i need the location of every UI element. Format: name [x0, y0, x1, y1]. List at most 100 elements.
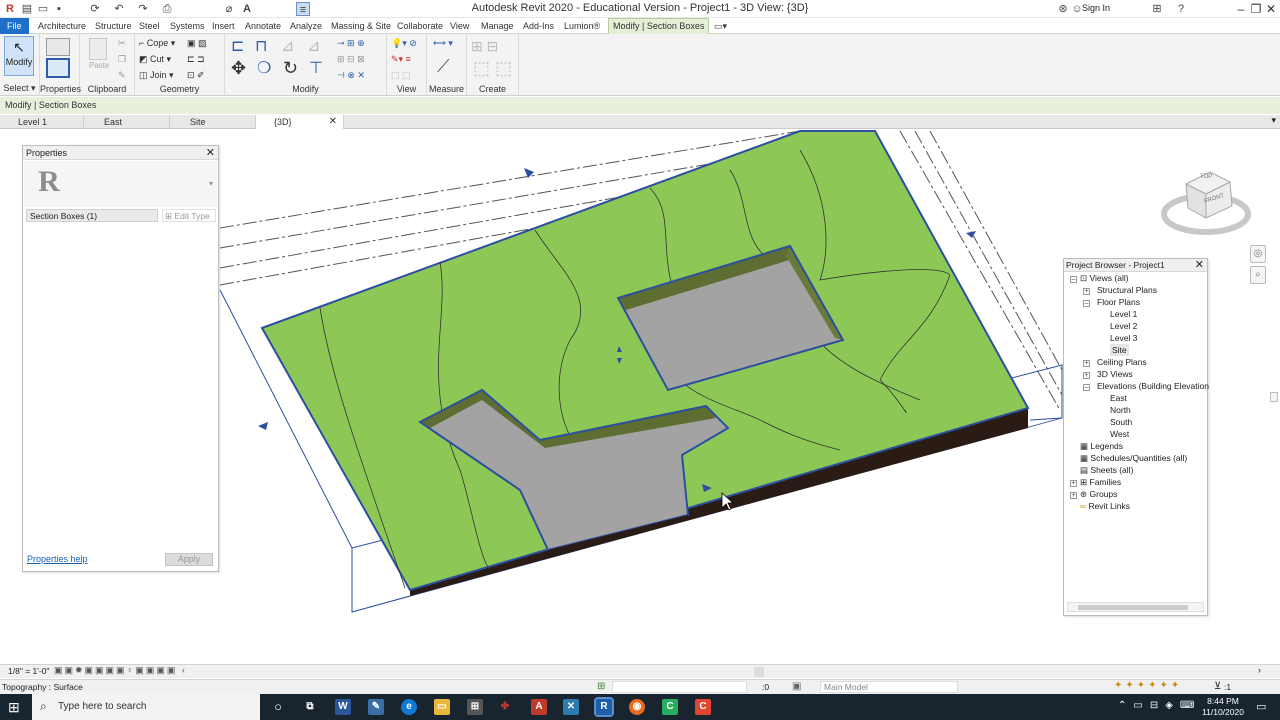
expand-icon[interactable]: + — [1083, 372, 1090, 379]
taskbar-search-box[interactable]: ⌕ Type here to search — [32, 694, 260, 720]
measure-between-icon[interactable]: ⟷ ▾ — [433, 38, 453, 49]
modify-button[interactable]: ↖ Modify — [4, 36, 34, 76]
tree-item-3d-views[interactable]: 3D Views — [1097, 368, 1133, 380]
tree-item-elevations[interactable]: Elevations (Building Elevation — [1097, 380, 1209, 392]
collapse-icon[interactable]: – — [1083, 300, 1090, 307]
tree-item-families[interactable]: ⊞ Families — [1080, 476, 1121, 488]
cart-icon[interactable]: ⊞ — [1150, 2, 1164, 16]
split-face-icon[interactable]: ▣ ▧ — [187, 38, 207, 49]
view-scale[interactable]: 1/8" = 1'-0" — [8, 666, 49, 676]
scroll-handle[interactable] — [1270, 392, 1278, 402]
clock-date[interactable]: 11/10/2020 — [1200, 707, 1246, 717]
expand-icon[interactable]: + — [1083, 288, 1090, 295]
autocad-icon[interactable]: A — [531, 699, 547, 715]
steering-wheel-icon[interactable]: ◎ — [1250, 245, 1266, 263]
tree-item-views[interactable]: ⊡ Views (all) — [1080, 272, 1129, 284]
tree-item-site[interactable]: Site — [1110, 344, 1129, 356]
close-icon[interactable]: ✕ — [206, 146, 215, 160]
panel-label-select[interactable]: Select ▾ — [0, 83, 39, 94]
align-icon[interactable]: ⊏ — [231, 36, 244, 56]
help-icon[interactable]: ? — [1174, 2, 1188, 16]
properties-icon[interactable] — [46, 58, 70, 78]
expand-icon[interactable]: + — [1083, 360, 1090, 367]
revit-taskbar-icon[interactable]: R — [594, 697, 614, 717]
tab-insert[interactable]: Insert — [208, 18, 239, 34]
tree-item-ceiling-plans[interactable]: Ceiling Plans — [1097, 356, 1147, 368]
tree-item-groups[interactable]: ⊛ Groups — [1080, 488, 1117, 500]
tree-item-legends[interactable]: ▦ Legends — [1080, 440, 1123, 452]
move-icon[interactable]: ✥ — [231, 58, 246, 79]
tab-east[interactable]: East — [86, 115, 170, 129]
tree-item-north[interactable]: North — [1110, 404, 1131, 416]
tab-level-1[interactable]: Level 1 — [0, 115, 84, 129]
tab-analyze[interactable]: Analyze — [286, 18, 326, 34]
split-element-icon[interactable]: ⊸ ⊞ ⊕ — [337, 38, 365, 49]
tab-annotate[interactable]: Annotate — [241, 18, 285, 34]
app-icon[interactable]: ✕ — [563, 699, 579, 715]
mirror-draw-icon[interactable]: ⊿ — [307, 36, 320, 56]
tree-item-schedules[interactable]: ▦ Schedules/Quantities (all) — [1080, 452, 1187, 464]
copy-clip-icon[interactable]: ❐ — [118, 54, 126, 65]
app-icon[interactable]: ✎ — [368, 699, 384, 715]
file-explorer-icon[interactable]: ▭ — [434, 699, 450, 715]
close-icon[interactable]: ✕ — [1195, 259, 1204, 272]
cortana-icon[interactable]: ○ — [270, 699, 286, 715]
tree-item-level-1[interactable]: Level 1 — [1110, 308, 1137, 320]
word-icon[interactable]: W — [335, 699, 351, 715]
scroll-thumb[interactable] — [754, 667, 764, 677]
tree-item-south[interactable]: South — [1110, 416, 1132, 428]
tab-architecture[interactable]: Architecture — [34, 18, 90, 34]
override-graphics-icon[interactable]: ✎▾ ≡ — [391, 54, 411, 65]
create-assembly-icon[interactable]: ⊞ ⊟ — [471, 38, 498, 55]
aligned-dimension-icon[interactable]: ⟋ — [437, 56, 450, 77]
design-option-dropdown[interactable]: Main Model — [820, 681, 958, 693]
offset-icon[interactable]: ⊓ — [255, 36, 267, 56]
zoom-icon[interactable]: ⌕ — [1250, 266, 1266, 284]
apply-button[interactable]: Apply — [165, 553, 213, 566]
tab-lumion[interactable]: Lumion® — [560, 18, 604, 34]
close-icon[interactable]: ✕ — [1260, 0, 1280, 18]
paint-icon[interactable]: ⊡ ✐ — [187, 70, 205, 81]
hide-in-view-icon[interactable]: 💡▾ ⊘ — [391, 38, 417, 49]
store-icon[interactable]: ⊞ — [467, 699, 483, 715]
mirror-axis-icon[interactable]: ⊿ — [281, 36, 294, 56]
rotate-icon[interactable]: ↻ — [283, 58, 298, 79]
firefox-icon[interactable]: ◉ — [629, 699, 645, 715]
tab-systems[interactable]: Systems — [166, 18, 209, 34]
paste-icon[interactable] — [89, 38, 107, 60]
tree-item-structural-plans[interactable]: Structural Plans — [1097, 284, 1157, 296]
expand-icon[interactable]: + — [1070, 492, 1077, 499]
array-icon[interactable]: ⊞ ⊟ ⊠ — [337, 54, 365, 65]
tabs-menu-icon[interactable]: ▾ — [1271, 115, 1276, 126]
selection-filters-icons[interactable]: ✦✦✦✦✦✦ — [1114, 680, 1182, 691]
tree-item-west[interactable]: West — [1110, 428, 1129, 440]
viewcube[interactable]: TOP FRONT — [1160, 170, 1252, 240]
edge-icon[interactable]: e — [401, 699, 417, 715]
linework-icon[interactable]: ⬚ ⬚ — [391, 70, 411, 81]
properties-help-link[interactable]: Properties help — [27, 554, 88, 564]
tab-file[interactable]: File — [0, 18, 29, 34]
tree-item-level-3[interactable]: Level 3 — [1110, 332, 1137, 344]
match-type-icon[interactable]: ✎ — [118, 70, 126, 81]
collapse-icon[interactable]: – — [1070, 276, 1077, 283]
app-icon[interactable]: ✤ — [497, 699, 513, 715]
tree-item-revit-links[interactable]: ∞ Revit Links — [1080, 500, 1130, 512]
clock-time[interactable]: 8:44 PM — [1203, 696, 1243, 706]
edit-type-button[interactable]: ⊞ Edit Type — [162, 209, 216, 222]
camtasia-icon[interactable]: C — [662, 699, 678, 715]
workset-dropdown[interactable] — [612, 681, 747, 693]
cope-button[interactable]: ⌐ Cope ▾ — [139, 38, 175, 49]
task-view-icon[interactable]: ⧉ — [302, 699, 318, 715]
viewcube-top[interactable]: TOP — [1200, 174, 1212, 180]
tab-add-ins[interactable]: Add-Ins — [519, 18, 558, 34]
type-properties-icon[interactable] — [46, 38, 70, 56]
system-tray-icons[interactable]: ⌃▭⊟◈⌨ — [1118, 700, 1201, 711]
horizontal-scrollbar[interactable] — [1067, 602, 1204, 612]
type-selector[interactable]: Section Boxes (1) — [26, 209, 158, 222]
expand-icon[interactable]: + — [1070, 480, 1077, 487]
collapse-icon[interactable]: – — [1083, 384, 1090, 391]
tree-item-level-2[interactable]: Level 2 — [1110, 320, 1137, 332]
binoculars-icon[interactable]: ⊛ — [1056, 2, 1070, 16]
wall-joins-icon[interactable]: ⊏ ⊐ — [187, 54, 205, 65]
tab-site[interactable]: Site — [172, 115, 256, 129]
